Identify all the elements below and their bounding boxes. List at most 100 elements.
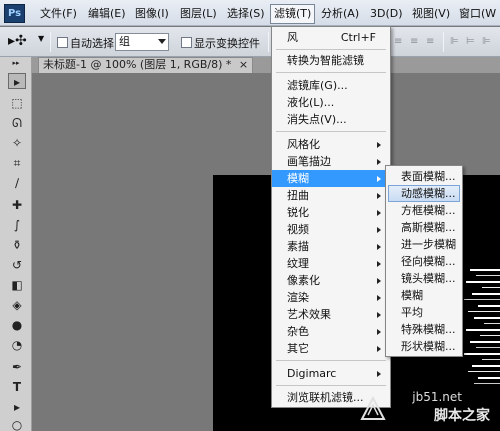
eyedropper-tool-icon[interactable]: ∕	[8, 175, 26, 191]
filter-distort[interactable]: 扭曲	[272, 187, 390, 204]
submenu-arrow-icon	[377, 244, 381, 250]
auto-select-dropdown[interactable]: 组	[115, 33, 169, 51]
submenu-arrow-icon	[377, 159, 381, 165]
filter-stylize[interactable]: 风格化	[272, 136, 390, 153]
filter-artistic[interactable]: 艺术效果	[272, 306, 390, 323]
menu-select[interactable]: 选择(S)	[227, 6, 265, 22]
menu-separator	[276, 131, 386, 132]
close-icon[interactable]: ×	[239, 58, 248, 71]
submenu-arrow-icon	[377, 210, 381, 216]
blur-gaussian[interactable]: 高斯模糊...	[388, 219, 460, 236]
filter-noise[interactable]: 杂色	[272, 323, 390, 340]
move-tool-icon[interactable]: ▸✣	[8, 33, 27, 49]
crop-tool-icon[interactable]: ⌗	[8, 155, 26, 171]
menu-item-label: 锐化	[287, 206, 309, 219]
menu-item-label: 画笔描边	[287, 155, 331, 168]
lasso-tool-icon[interactable]: ᘏ	[8, 115, 26, 131]
menu-image[interactable]: 图像(I)	[135, 6, 169, 22]
filter-blur[interactable]: 模糊	[272, 170, 390, 187]
options-bar: ▸✣ ▼ 自动选择: 组 显示变换控件 ≡ ≡ ≡ ⊫ ⊨ ⊫	[0, 27, 500, 57]
menu-bar: Ps 文件(F) 编辑(E) 图像(I) 图层(L) 选择(S) 滤镜(T) 分…	[0, 0, 500, 26]
filter-video[interactable]: 视频	[272, 221, 390, 238]
filter-gallery[interactable]: 滤镜库(G)...	[272, 77, 390, 94]
show-transform-checkbox[interactable]	[181, 37, 192, 48]
submenu-arrow-icon	[377, 278, 381, 284]
blur-radial[interactable]: 径向模糊...	[388, 253, 460, 270]
menu-item-label: 模糊	[287, 172, 309, 185]
filter-last-wind[interactable]: 风 Ctrl+F	[272, 29, 390, 46]
divider	[50, 32, 51, 52]
watermark-url: jb51.net	[412, 390, 462, 404]
align-middle-icon[interactable]: ≡	[410, 36, 424, 48]
paint-bucket-tool-icon[interactable]: ◈	[8, 297, 26, 313]
menu-item-label: 其它	[287, 342, 309, 355]
submenu-arrow-icon	[377, 142, 381, 148]
convert-smart-filter[interactable]: 转换为智能滤镜	[272, 52, 390, 69]
submenu-arrow-icon	[377, 295, 381, 301]
tools-panel: ▸▸ ▸ ⬚ ᘏ ✧ ⌗ ∕ ✚ ∫ ⚱ ↺ ◧ ◈ ● ◔ ✒ T ▸ ○	[0, 57, 32, 431]
menu-layer[interactable]: 图层(L)	[180, 6, 217, 22]
blur-simple[interactable]: 模糊	[388, 287, 460, 304]
document-tab[interactable]: 未标题-1 @ 100% (图层 1, RGB/8) * ×	[38, 57, 254, 73]
menu-file[interactable]: 文件(F)	[40, 6, 77, 22]
submenu-arrow-icon	[377, 227, 381, 233]
blur-average[interactable]: 平均	[388, 304, 460, 321]
clone-stamp-tool-icon[interactable]: ⚱	[8, 237, 26, 253]
chevron-down-icon	[158, 39, 166, 44]
watermark-brand: 脚本之家	[434, 408, 490, 424]
menu-separator	[276, 49, 386, 50]
menu-analysis[interactable]: 分析(A)	[321, 6, 359, 22]
menu-edit[interactable]: 编辑(E)	[88, 6, 126, 22]
filter-digimarc[interactable]: Digimarc	[272, 365, 390, 382]
filter-render[interactable]: 渲染	[272, 289, 390, 306]
move-tool-icon[interactable]: ▸	[8, 73, 26, 89]
blur-tool-icon[interactable]: ●	[8, 317, 26, 333]
filter-vanishing-point[interactable]: 消失点(V)...	[272, 111, 390, 128]
menu-3d[interactable]: 3D(D)	[370, 6, 403, 22]
menu-window[interactable]: 窗口(W	[459, 6, 496, 22]
menu-item-label: 像素化	[287, 274, 320, 287]
menu-view[interactable]: 视图(V)	[412, 6, 450, 22]
blur-lens[interactable]: 镜头模糊...	[388, 270, 460, 287]
shape-tool-icon[interactable]: ○	[8, 417, 26, 431]
chevron-down-icon[interactable]: ▼	[38, 34, 44, 43]
document-tab-title: 未标题-1 @ 100% (图层 1, RGB/8) *	[43, 58, 232, 71]
healing-brush-tool-icon[interactable]: ✚	[8, 197, 26, 213]
blur-smart[interactable]: 特殊模糊...	[388, 321, 460, 338]
menu-filter[interactable]: 滤镜(T)	[270, 4, 316, 24]
filter-brush-strokes[interactable]: 画笔描边	[272, 153, 390, 170]
align-left-icon[interactable]: ⊫	[450, 36, 464, 48]
filter-menu-dropdown: 风 Ctrl+F 转换为智能滤镜 滤镜库(G)... 液化(L)... 消失点(…	[271, 26, 391, 408]
pen-tool-icon[interactable]: ✒	[8, 359, 26, 375]
history-brush-tool-icon[interactable]: ↺	[8, 257, 26, 273]
menu-item-label: 纹理	[287, 257, 309, 270]
filter-sketch[interactable]: 素描	[272, 238, 390, 255]
eraser-tool-icon[interactable]: ◧	[8, 277, 26, 293]
panel-grip-icon[interactable]: ▸▸	[4, 59, 28, 67]
filter-sharpen[interactable]: 锐化	[272, 204, 390, 221]
menu-separator	[276, 385, 386, 386]
blur-surface[interactable]: 表面模糊...	[388, 168, 460, 185]
filter-liquify[interactable]: 液化(L)...	[272, 94, 390, 111]
divider	[443, 32, 444, 52]
path-selection-tool-icon[interactable]: ▸	[8, 399, 26, 415]
brush-tool-icon[interactable]: ∫	[8, 217, 26, 233]
type-tool-icon[interactable]: T	[8, 379, 26, 395]
blur-motion[interactable]: 动感模糊...	[388, 185, 460, 202]
align-top-icon[interactable]: ≡	[394, 36, 408, 48]
filter-texture[interactable]: 纹理	[272, 255, 390, 272]
align-center-icon[interactable]: ⊨	[466, 36, 480, 48]
align-bottom-icon[interactable]: ≡	[426, 36, 440, 48]
submenu-arrow-icon	[377, 176, 381, 182]
align-right-icon[interactable]: ⊫	[482, 36, 496, 48]
magic-wand-tool-icon[interactable]: ✧	[8, 135, 26, 151]
blur-shape[interactable]: 形状模糊...	[388, 338, 460, 355]
marquee-tool-icon[interactable]: ⬚	[8, 95, 26, 111]
auto-select-checkbox[interactable]	[57, 37, 68, 48]
filter-pixelate[interactable]: 像素化	[272, 272, 390, 289]
menu-item-label: 扭曲	[287, 189, 309, 202]
blur-box[interactable]: 方框模糊...	[388, 202, 460, 219]
blur-more[interactable]: 进一步模糊	[388, 236, 460, 253]
filter-other[interactable]: 其它	[272, 340, 390, 357]
dodge-tool-icon[interactable]: ◔	[8, 337, 26, 353]
